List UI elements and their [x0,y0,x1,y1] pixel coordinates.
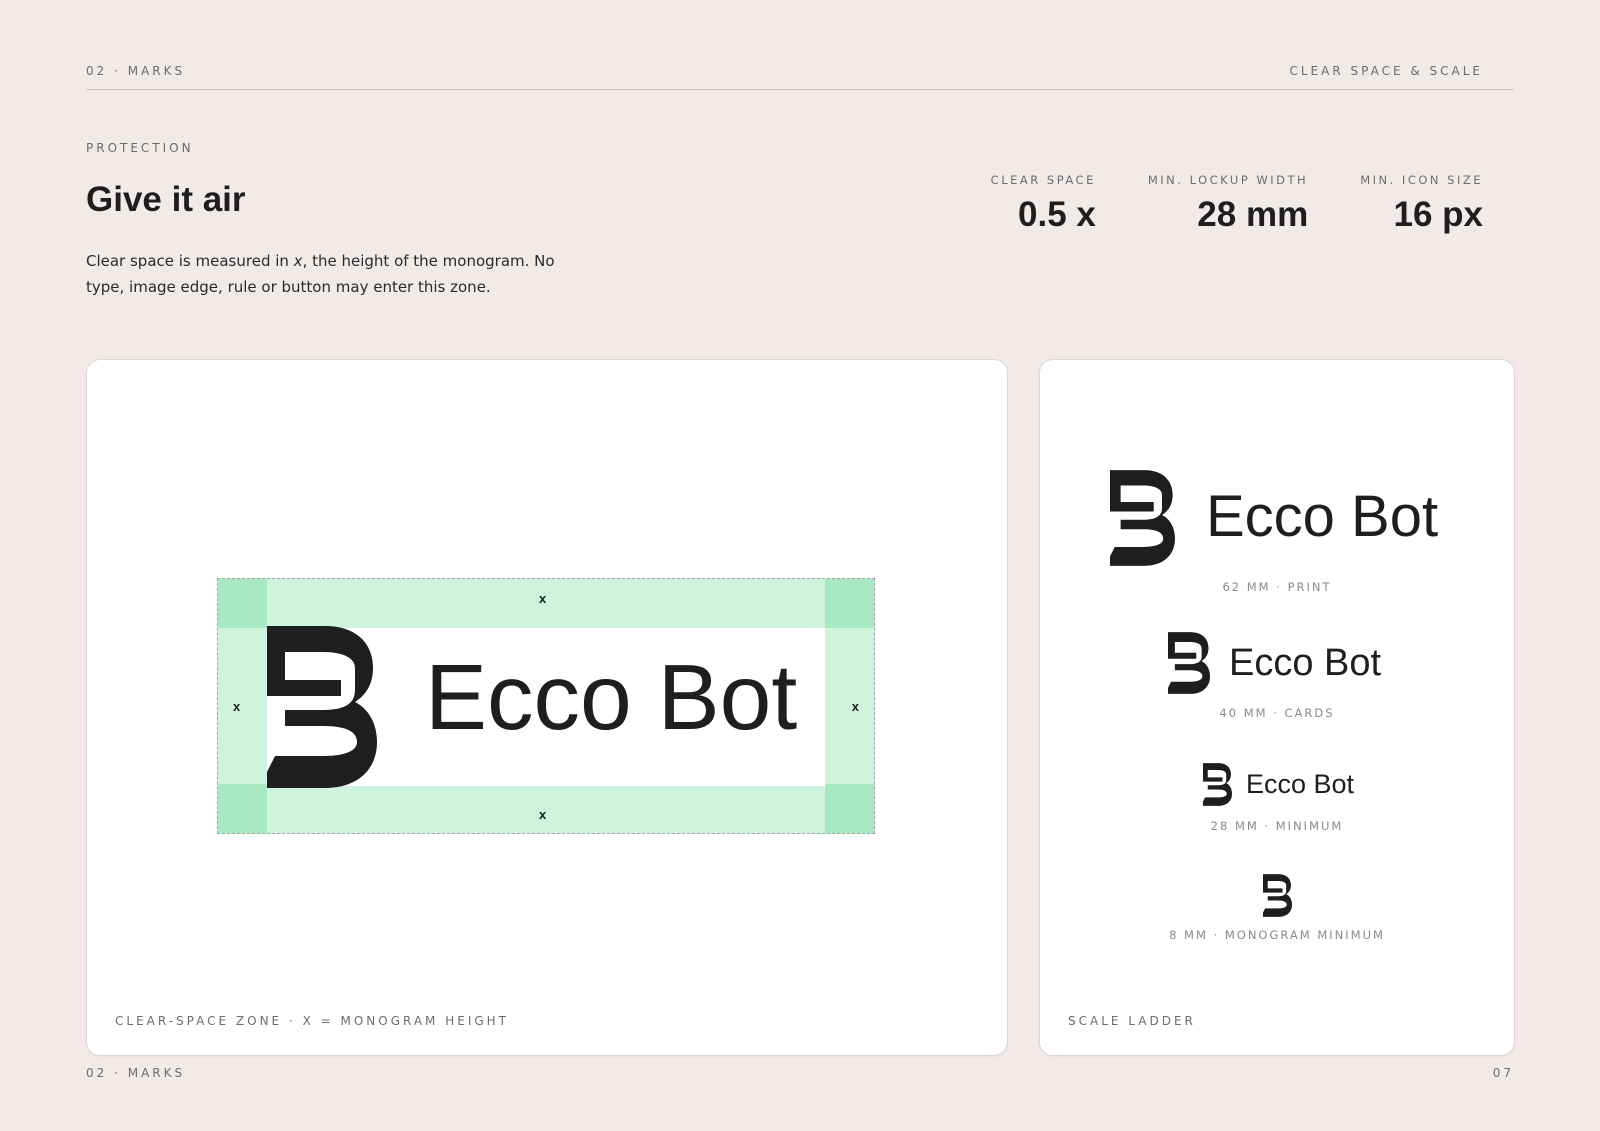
scale-rung-label: 40 MM · CARDS [1219,706,1335,720]
description-variable: x [293,252,303,270]
page-description: Clear space is measured in x, the height… [86,249,556,300]
page-title: Give it air [86,180,246,219]
stat-value: 0.5 x [1018,195,1096,234]
monogram-icon [267,626,377,788]
x-marker-right: x [851,699,859,714]
zone-corner [825,784,874,833]
zone-corner [825,579,874,628]
stat-clear-space: CLEAR SPACE 0.5 x [991,173,1096,235]
header-rule [86,89,1514,90]
footer-section-label: 02 · MARKS [86,1066,186,1080]
scale-ladder-caption: SCALE LADDER [1068,1014,1196,1028]
stat-label: MIN. LOCKUP WIDTH [1147,173,1309,187]
stats-row: CLEAR SPACE 0.5 x MIN. LOCKUP WIDTH 28 m… [991,173,1483,235]
section-eyebrow: PROTECTION [86,141,194,155]
logo-wordmark: Ecco Bot [1229,642,1382,684]
stat-label: CLEAR SPACE [990,173,1096,187]
clear-space-card: x x x x Ecco Bot CLEAR-SPACE ZONE · X = … [86,359,1008,1056]
stat-value: 16 px [1393,195,1484,234]
scale-rung-label: 28 MM · MINIMUM [1210,819,1344,833]
stat-value: 28 mm [1197,195,1309,234]
logo-wordmark: Ecco Bot [1206,484,1439,549]
logo-wordmark: Ecco Bot [425,645,798,749]
scale-rung-label: 62 MM · PRINT [1222,580,1332,594]
monogram-icon [1203,763,1232,806]
monogram-icon [1110,470,1175,566]
zone-corner [218,579,267,628]
clear-space-zone: x x x x Ecco Bot [217,578,875,834]
zone-corner [218,784,267,833]
x-marker-bottom: x [539,807,547,822]
x-marker-top: x [539,591,547,606]
header-section-label: 02 · MARKS [86,64,186,78]
stat-label: MIN. ICON SIZE [1360,173,1483,187]
stat-min-icon-size: MIN. ICON SIZE 16 px [1360,173,1483,235]
monogram-icon [1168,632,1210,694]
clear-space-caption: CLEAR-SPACE ZONE · X = MONOGRAM HEIGHT [115,1014,510,1028]
description-pre: Clear space is measured in [86,252,294,270]
logo-wordmark: Ecco Bot [1246,769,1355,799]
scale-rung-label: 8 MM · MONOGRAM MINIMUM [1169,928,1385,942]
monogram-icon [1263,874,1292,917]
stat-min-lockup-width: MIN. LOCKUP WIDTH 28 mm [1148,173,1308,235]
header-topic-label: CLEAR SPACE & SCALE [1289,64,1483,78]
page-number: 07 [1492,1066,1514,1080]
x-marker-left: x [233,699,241,714]
scale-ladder-card: Ecco Bot 62 MM · PRINT Ecco Bot 40 MM · … [1039,359,1515,1056]
